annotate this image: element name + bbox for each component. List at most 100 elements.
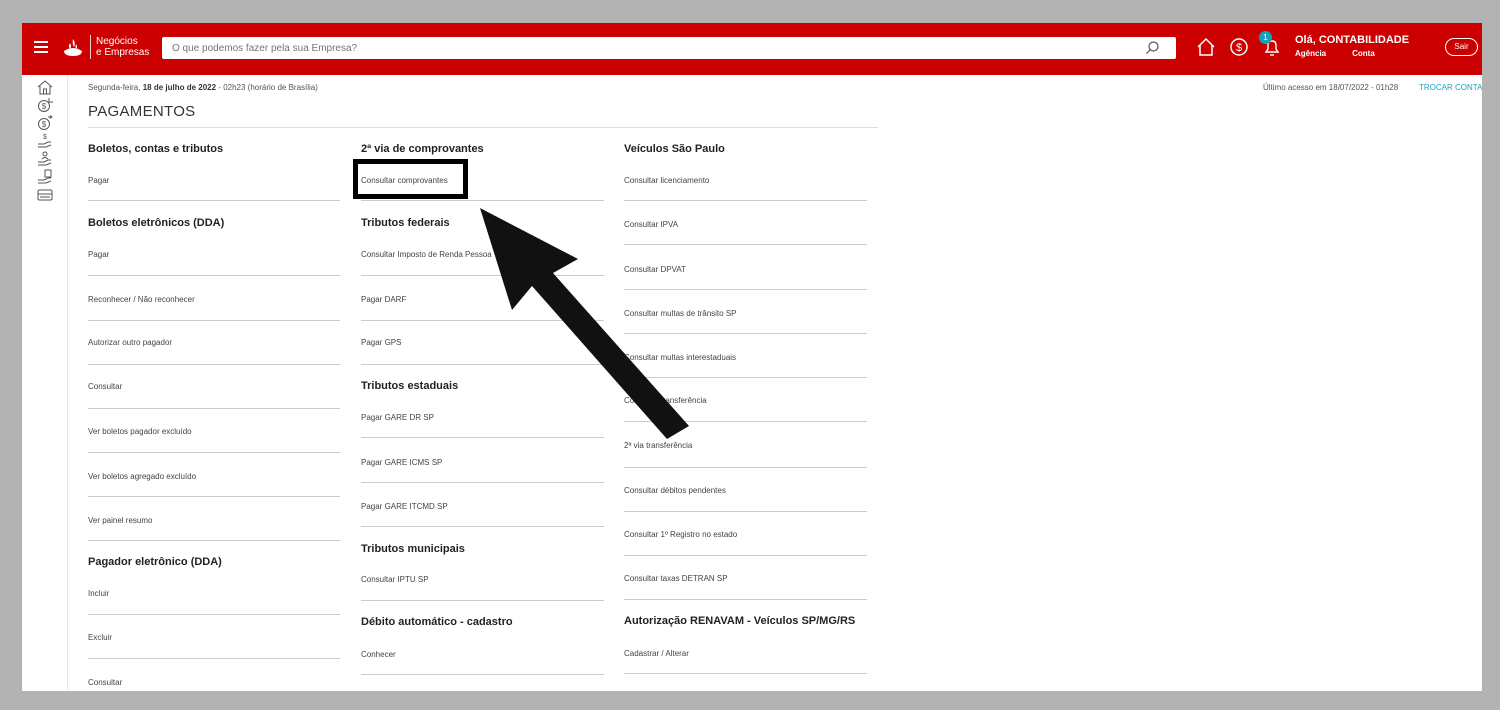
divider <box>88 614 340 615</box>
app-frame: Negócios e Empresas $ 1 Olá, CONTABILIDA… <box>22 23 1482 691</box>
section-title-veiculos-sp: Veículos São Paulo <box>624 143 725 155</box>
svg-text:$: $ <box>42 102 47 111</box>
section-title-tributos-federais: Tributos federais <box>361 217 450 229</box>
divider <box>361 674 604 675</box>
notification-badge: 1 <box>1259 31 1272 44</box>
section-title-boletos: Boletos, contas e tributos <box>88 143 224 155</box>
link-iptu[interactable]: Consultar IPTU SP <box>361 575 429 584</box>
search-icon[interactable] <box>1144 40 1160 56</box>
link-dda-pagar[interactable]: Pagar <box>88 250 109 259</box>
logout-button[interactable]: Sair <box>1445 38 1478 56</box>
divider <box>361 320 604 321</box>
link-consultar[interactable]: Consultar <box>88 382 122 391</box>
link-imposto-renda[interactable]: Consultar Imposto de Renda Pessoa <box>361 250 492 259</box>
section-title-comprovantes: 2ª via de comprovantes <box>361 143 484 155</box>
side-rail: $ $ $ <box>22 75 68 691</box>
divider <box>361 526 604 527</box>
menu-icon[interactable] <box>34 41 48 53</box>
divider <box>88 200 340 201</box>
money-refresh-icon[interactable]: $ <box>36 97 54 113</box>
link-excluir[interactable]: Excluir <box>88 633 112 642</box>
link-pagar-gps[interactable]: Pagar GPS <box>361 338 401 347</box>
flame-logo-icon <box>64 39 82 56</box>
link-dpvat[interactable]: Consultar DPVAT <box>624 265 686 274</box>
divider <box>88 540 340 541</box>
link-cadastrar-alterar[interactable]: Cadastrar / Alterar <box>624 649 689 658</box>
page-title: PAGAMENTOS <box>88 103 196 120</box>
brand-text: Negócios e Empresas <box>96 36 149 58</box>
brand-line-2: e Empresas <box>96 47 150 58</box>
svg-text:$: $ <box>42 120 47 129</box>
link-debitos-pendentes[interactable]: Consultar débitos pendentes <box>624 486 726 495</box>
link-gare-dr[interactable]: Pagar GARE DR SP <box>361 413 434 422</box>
link-incluir[interactable]: Incluir <box>88 589 109 598</box>
link-painel-resumo[interactable]: Ver painel resumo <box>88 516 152 525</box>
section-title-pagador-dda: Pagador eletrônico (DDA) <box>88 556 222 568</box>
hand-coin-icon[interactable]: $ <box>36 133 54 149</box>
divider <box>624 673 867 674</box>
divider <box>624 377 867 378</box>
money-icon[interactable]: $ <box>1228 36 1250 58</box>
section-title-debito-automatico: Débito automático - cadastro <box>361 616 513 628</box>
section-title-tributos-municipais: Tributos municipais <box>361 543 465 555</box>
link-conhecer[interactable]: Conhecer <box>361 650 396 659</box>
home-icon[interactable] <box>1195 36 1217 58</box>
link-licenciamento[interactable]: Consultar licenciamento <box>624 176 709 185</box>
link-boletos-pagador-excluido[interactable]: Ver boletos pagador excluído <box>88 427 192 436</box>
divider <box>624 467 867 468</box>
link-primeiro-registro[interactable]: Consultar 1º Registro no estado <box>624 530 737 539</box>
section-title-dda: Boletos eletrônicos (DDA) <box>88 217 225 229</box>
divider <box>624 200 867 201</box>
divider <box>88 658 340 659</box>
account-label: Conta <box>1352 49 1375 58</box>
link-gare-icms[interactable]: Pagar GARE ICMS SP <box>361 458 442 467</box>
link-autorizar-pagador[interactable]: Autorizar outro pagador <box>88 338 172 347</box>
home-icon[interactable] <box>36 79 54 95</box>
svg-text:$: $ <box>1236 42 1242 54</box>
brand-logo[interactable]: Negócios e Empresas <box>62 35 149 59</box>
top-bar: Negócios e Empresas $ 1 Olá, CONTABILIDA… <box>22 23 1482 75</box>
logo-separator <box>90 35 91 59</box>
link-multas-interestaduais[interactable]: Consultar multas interestaduais <box>624 353 736 362</box>
divider <box>88 320 340 321</box>
highlight-box <box>353 159 468 199</box>
account-info: Agência Conta <box>1295 49 1409 58</box>
divider <box>624 555 867 556</box>
agency-label: Agência <box>1295 49 1327 58</box>
link-pagar[interactable]: Pagar <box>88 176 109 185</box>
link-gare-itcmd[interactable]: Pagar GARE ITCMD SP <box>361 502 448 511</box>
divider <box>624 511 867 512</box>
link-pagar-darf[interactable]: Pagar DARF <box>361 295 406 304</box>
divider <box>624 599 867 600</box>
divider <box>361 600 604 601</box>
greeting-text: Olá, CONTABILIDADE <box>1295 34 1410 46</box>
last-access: Último acesso em 18/07/2022 - 01h28 <box>1263 83 1399 92</box>
link-transferencia[interactable]: Consultar transferência <box>624 396 707 405</box>
divider <box>361 275 604 276</box>
divider <box>88 496 340 497</box>
search-input[interactable] <box>162 37 1122 59</box>
hand-doc-icon[interactable] <box>36 169 54 185</box>
divider <box>361 364 604 365</box>
hand-person-icon[interactable] <box>36 151 54 167</box>
divider <box>624 289 867 290</box>
link-ipva[interactable]: Consultar IPVA <box>624 220 678 229</box>
money-transfer-icon[interactable]: $ <box>36 115 54 131</box>
card-icon[interactable] <box>36 187 54 203</box>
link-reconhecer[interactable]: Reconhecer / Não reconhecer <box>88 295 195 304</box>
link-2via-transferencia[interactable]: 2ª via transferência <box>624 441 692 450</box>
divider <box>88 452 340 453</box>
divider <box>361 482 604 483</box>
pointer-arrow <box>480 208 689 439</box>
link-taxas-detran[interactable]: Consultar taxas DETRAN SP <box>624 574 728 583</box>
date-value: 18 de julho de 2022 <box>142 83 217 92</box>
link-multas-sp[interactable]: Consultar multas de trânsito SP <box>624 309 737 318</box>
divider <box>88 408 340 409</box>
link-pagador-consultar[interactable]: Consultar <box>88 678 122 687</box>
link-boletos-agregado-excluido[interactable]: Ver boletos agregado excluído <box>88 472 196 481</box>
date-suffix: - 02h23 (horário de Brasília) <box>216 83 318 92</box>
user-greeting[interactable]: Olá, CONTABILIDADE Agência Conta <box>1295 34 1409 58</box>
switch-account-link[interactable]: TROCAR CONTA <box>1419 83 1482 92</box>
search-bar <box>162 37 1176 59</box>
divider <box>88 275 340 276</box>
